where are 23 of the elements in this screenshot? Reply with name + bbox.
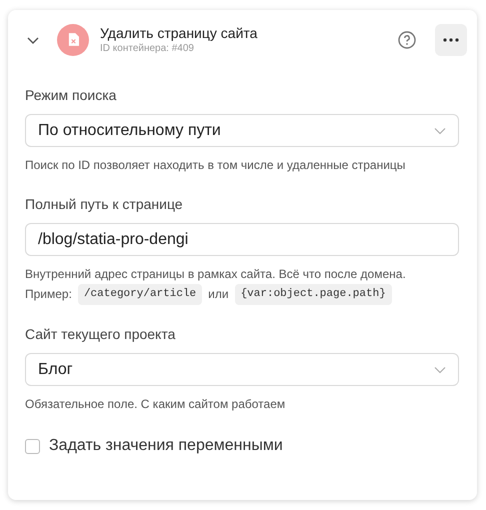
caret-icon <box>434 126 446 134</box>
card-title: Удалить страницу сайта <box>100 24 258 42</box>
more-icon <box>443 38 459 42</box>
dropdown[interactable]: Блог <box>25 353 459 386</box>
hint-text: или <box>208 286 229 303</box>
container-id: ID контейнера: #409 <box>100 42 195 54</box>
hint-text: Обязательное поле. С каким сайтом работаем <box>25 396 286 413</box>
checkbox[interactable] <box>25 438 40 454</box>
code-snippet: {var:object.page.path} <box>234 284 392 305</box>
hint-text: Поиск по ID позволяет находить в том числе и удаленные страницы <box>25 157 406 174</box>
caret-icon <box>434 366 446 374</box>
hint-text: Пример: <box>25 286 72 303</box>
dropdown[interactable]: По относительному пути <box>25 114 459 147</box>
more-button[interactable] <box>435 24 467 56</box>
field-label: Режим поиска <box>25 86 118 104</box>
checkbox-label: Задать значения переменными <box>49 436 283 456</box>
file-delete-icon <box>57 24 89 56</box>
field-label: Полный путь к странице <box>25 195 184 213</box>
help-icon[interactable] <box>398 30 416 48</box>
code-snippet: /category/article <box>78 284 202 305</box>
hint-text: Внутренний адрес страницы в рамках сайта. Всё что после домена. <box>25 266 406 283</box>
text-field[interactable]: /blog/statia-pro-dengi <box>25 223 459 256</box>
field-label: Сайт текущего проекта <box>25 325 176 343</box>
